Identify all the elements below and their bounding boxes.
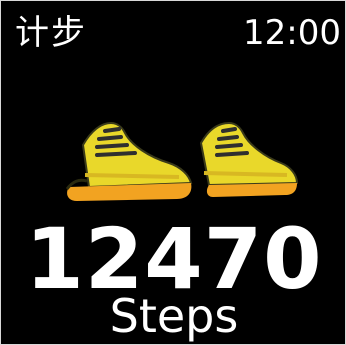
left-shoe [65,121,193,201]
right-shoe [199,121,299,197]
sneakers-icon [65,121,299,201]
watch-screen: 计步 12:00 12470 Steps [0,0,346,345]
app-title: 计步 [15,13,87,53]
step-unit-label: Steps [109,289,239,343]
clock-time: 12:00 [243,13,341,53]
